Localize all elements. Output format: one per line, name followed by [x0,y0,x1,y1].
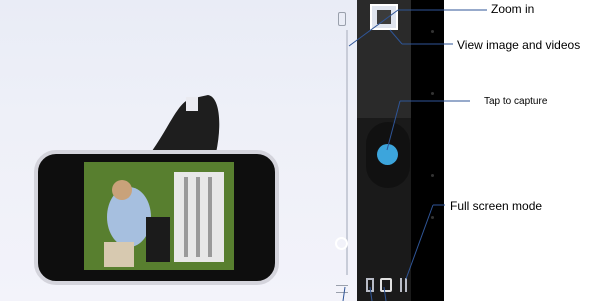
zoom-slider-handle[interactable] [335,237,348,250]
gallery-thumbnail[interactable] [370,4,398,30]
camera-mode-icon[interactable] [366,278,374,292]
edge-dot [431,30,434,33]
callout-full-screen: Full screen mode [450,199,543,213]
shutter-button[interactable] [377,144,398,165]
photo-subject-screen [84,162,234,270]
video-mode-icon[interactable] [380,278,392,292]
camera-viewfinder[interactable] [0,0,357,301]
edge-dot [431,92,434,95]
panorama-mode-icon[interactable] [400,278,407,292]
callout-tap-capture: Tap to capture [484,96,548,107]
zoom-in-icon[interactable] [338,12,346,26]
thumbnail-image [377,10,391,24]
callout-view-media: View image and videos [457,38,581,52]
edge-dot [431,174,434,177]
watch-strap [152,95,220,153]
zoom-out-icon[interactable] [336,285,348,293]
callout-zoom-in: Zoom in [491,2,535,16]
edge-dot [431,216,434,219]
